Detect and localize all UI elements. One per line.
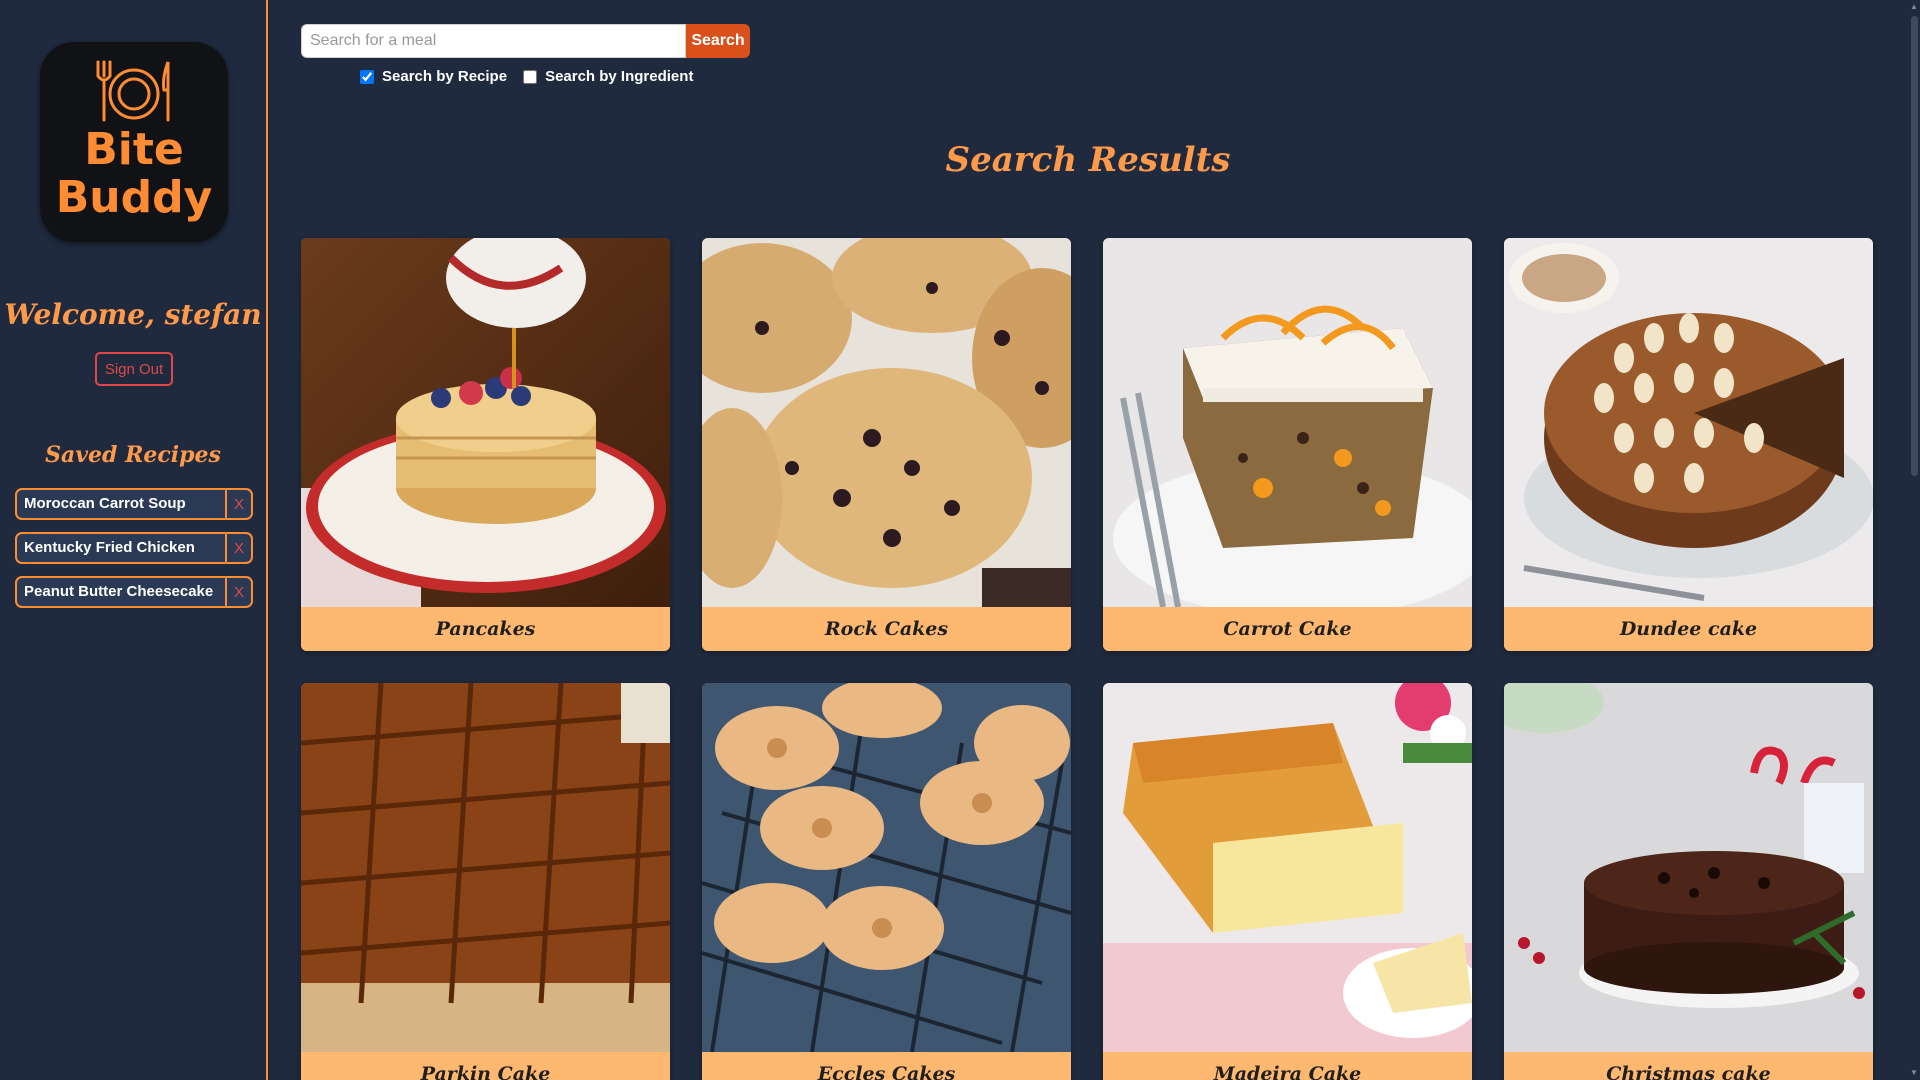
- filter-by-recipe[interactable]: Search by Recipe: [360, 68, 507, 85]
- saved-recipe-name[interactable]: Peanut Butter Cheesecake: [17, 578, 225, 606]
- pancakes-photo: [301, 238, 670, 607]
- search-bar: Search: [301, 24, 750, 58]
- logo-text-buddy: Buddy: [55, 172, 213, 223]
- recipe-card-title: Pancakes: [301, 607, 670, 651]
- saved-recipe-item[interactable]: Moroccan Carrot Soup X: [15, 488, 253, 520]
- recipe-card-title: Christmas cake: [1504, 1052, 1873, 1080]
- recipe-card[interactable]: Madeira Cake: [1103, 683, 1472, 1080]
- carrot-cake-photo: [1103, 238, 1472, 607]
- recipe-card[interactable]: Carrot Cake: [1103, 238, 1472, 651]
- recipe-card[interactable]: Dundee cake: [1504, 238, 1873, 651]
- logo-text-bite: Bite: [84, 124, 184, 175]
- remove-saved-recipe-button[interactable]: X: [225, 578, 251, 606]
- saved-recipe-item[interactable]: Peanut Butter Cheesecake X: [15, 576, 253, 608]
- scroll-up-arrow-icon[interactable]: ▲: [1908, 2, 1920, 12]
- filter-by-recipe-checkbox[interactable]: [360, 69, 374, 84]
- app-root: Bite Buddy Welcome, stefan Sign Out Save…: [0, 0, 1920, 1080]
- recipe-card-title: Rock Cakes: [702, 607, 1071, 651]
- rock-cakes-photo: [702, 238, 1071, 607]
- recipe-card-title: Madeira Cake: [1103, 1052, 1472, 1080]
- saved-recipes-title: Saved Recipes: [45, 442, 221, 468]
- parkin-cake-photo: [301, 683, 670, 1052]
- recipe-card-title: Dundee cake: [1504, 607, 1873, 651]
- recipe-card-title: Eccles Cakes: [702, 1052, 1071, 1080]
- page-scrollbar[interactable]: ▲ ▼: [1908, 0, 1920, 1080]
- search-results-title: Search Results: [945, 140, 1231, 180]
- search-button[interactable]: Search: [686, 24, 750, 58]
- recipe-card-title: Parkin Cake: [301, 1052, 670, 1080]
- saved-recipe-item[interactable]: Kentucky Fried Chicken X: [15, 532, 253, 564]
- recipe-card[interactable]: Christmas cake: [1504, 683, 1873, 1080]
- saved-recipes-list: Moroccan Carrot Soup X Kentucky Fried Ch…: [15, 488, 253, 620]
- recipe-card[interactable]: Eccles Cakes: [702, 683, 1071, 1080]
- sidebar: Bite Buddy Welcome, stefan Sign Out Save…: [0, 0, 268, 1080]
- dundee-cake-photo: [1504, 238, 1873, 607]
- christmas-cake-photo: [1504, 683, 1873, 1052]
- remove-saved-recipe-button[interactable]: X: [225, 534, 251, 562]
- search-input[interactable]: [301, 24, 686, 58]
- app-logo[interactable]: Bite Buddy: [40, 42, 228, 242]
- plate-fork-knife-icon: [96, 60, 170, 122]
- filter-by-recipe-label: Search by Recipe: [382, 68, 508, 85]
- filter-by-ingredient-label: Search by Ingredient: [545, 68, 694, 85]
- filter-by-ingredient-checkbox[interactable]: [523, 69, 538, 84]
- saved-recipe-name[interactable]: Moroccan Carrot Soup: [17, 490, 225, 518]
- madeira-cake-photo: [1103, 683, 1472, 1052]
- search-filters: Search by Recipe Search by Ingredient: [360, 68, 709, 85]
- recipe-card-title: Carrot Cake: [1103, 607, 1472, 651]
- recipe-grid: Pancakes Rock Cakes Carrot Cake Dundee c…: [301, 238, 1873, 1080]
- scrollbar-thumb[interactable]: [1911, 16, 1918, 476]
- welcome-message: Welcome, stefan: [4, 298, 262, 331]
- recipe-card[interactable]: Pancakes: [301, 238, 670, 651]
- filter-by-ingredient[interactable]: Search by Ingredient: [523, 68, 693, 85]
- eccles-cakes-photo: [702, 683, 1071, 1052]
- recipe-card[interactable]: Parkin Cake: [301, 683, 670, 1080]
- saved-recipe-name[interactable]: Kentucky Fried Chicken: [17, 534, 225, 562]
- scroll-down-arrow-icon[interactable]: ▼: [1908, 1068, 1920, 1078]
- sign-out-button[interactable]: Sign Out: [95, 352, 173, 386]
- recipe-card[interactable]: Rock Cakes: [702, 238, 1071, 651]
- remove-saved-recipe-button[interactable]: X: [225, 490, 251, 518]
- main-content: Search Search by Recipe Search by Ingred…: [268, 0, 1908, 1080]
